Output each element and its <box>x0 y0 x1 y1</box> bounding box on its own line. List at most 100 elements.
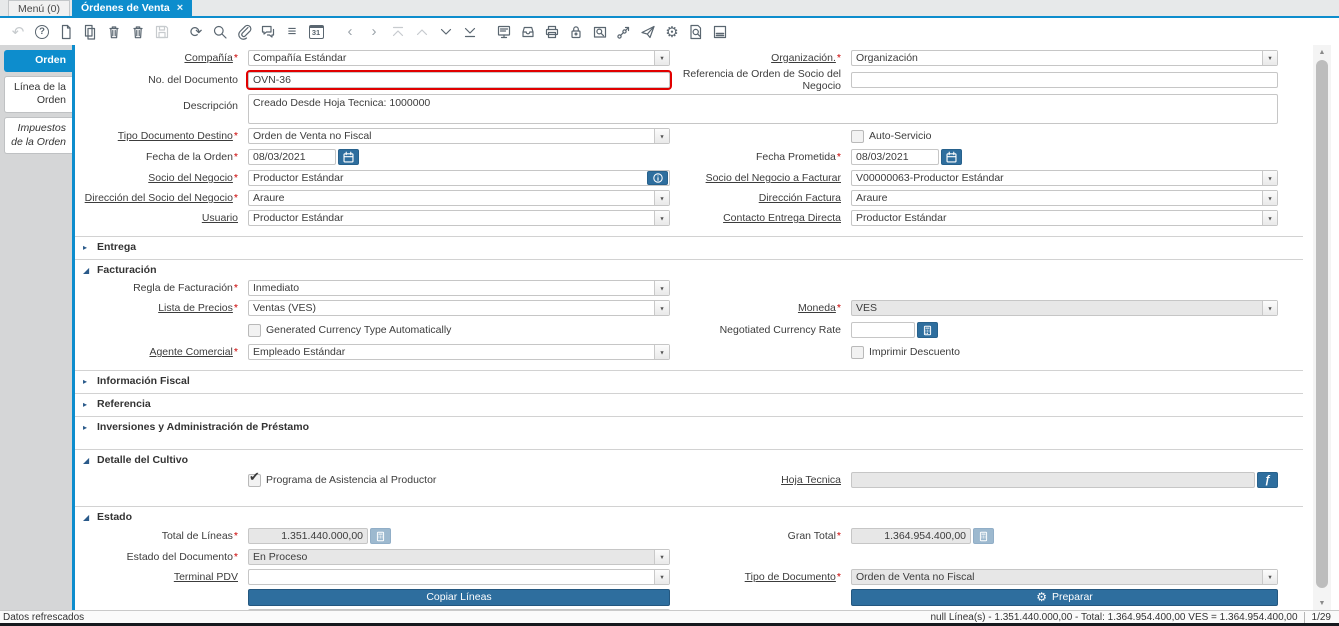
attachment-icon[interactable] <box>233 21 255 43</box>
send-mail-icon[interactable] <box>637 21 659 43</box>
section-expanded-icon[interactable]: ◢ <box>83 266 91 275</box>
section-collapsed-icon[interactable]: ▸ <box>83 423 91 432</box>
tipo-documento-select[interactable]: Orden de Venta no Fiscal ▼ <box>851 569 1278 585</box>
chevron-down-icon[interactable]: ▼ <box>654 570 669 584</box>
chevron-down-icon[interactable]: ▼ <box>1262 191 1277 205</box>
sidebar-tab-impuestos-de-la-orden[interactable]: Impuestos de la Orden <box>4 117 72 154</box>
copiar-lineas-button[interactable]: Copiar Líneas <box>248 589 670 606</box>
fecha-prometida-input[interactable]: 08/03/2021 <box>851 149 939 165</box>
chevron-down-icon[interactable]: ▼ <box>654 550 669 564</box>
chevron-down-icon[interactable]: ▼ <box>654 211 669 225</box>
calendar-icon[interactable]: 31 <box>305 21 327 43</box>
section-inversiones[interactable]: ▸ Inversiones y Administración de Présta… <box>75 416 1303 435</box>
print-preview-icon[interactable] <box>709 21 731 43</box>
process-icon[interactable]: ⚙ <box>661 21 683 43</box>
direccion-factura-select[interactable]: Araure ▼ <box>851 190 1278 206</box>
tipo-doc-destino-select[interactable]: Orden de Venta no Fiscal ▼ <box>248 128 670 144</box>
socio-facturar-select[interactable]: V00000063-Productor Estándar ▼ <box>851 170 1278 186</box>
calendar-picker-icon[interactable] <box>941 149 962 165</box>
no-documento-input[interactable]: OVN-36 <box>248 72 670 88</box>
descripcion-textarea[interactable]: Creado Desde Hoja Tecnica: 1000000 <box>248 94 1278 124</box>
print-icon[interactable] <box>541 21 563 43</box>
delete-record-icon[interactable] <box>103 21 125 43</box>
tab-ordenes-de-venta[interactable]: Órdenes de Venta × <box>72 0 192 16</box>
chevron-down-icon[interactable]: ▼ <box>1262 570 1277 584</box>
lista-precios-label[interactable]: Lista de Precios* <box>75 302 245 314</box>
section-facturacion[interactable]: ◢ Facturación <box>75 259 1303 278</box>
lista-precios-select[interactable]: Ventas (VES) ▼ <box>248 300 670 316</box>
scroll-up-icon[interactable]: ▲ <box>1313 45 1331 59</box>
direccion-factura-label[interactable]: Dirección Factura <box>673 192 848 204</box>
terminal-pdv-select[interactable]: ▼ <box>248 569 670 585</box>
usuario-select[interactable]: Productor Estándar ▼ <box>248 210 670 226</box>
section-referencia[interactable]: ▸ Referencia <box>75 393 1303 412</box>
contacto-label[interactable]: Contacto Entrega Directa <box>673 212 848 224</box>
socio-search-field[interactable]: Productor Estándar <box>248 170 670 186</box>
chevron-down-icon[interactable]: ▼ <box>654 191 669 205</box>
hoja-tecnica-label[interactable]: Hoja Tecnica <box>673 474 848 486</box>
compania-label[interactable]: Compañía* <box>75 52 245 64</box>
scroll-down-icon[interactable]: ▼ <box>1313 596 1331 610</box>
archive-icon[interactable] <box>517 21 539 43</box>
change-log-icon[interactable]: ≡ <box>281 21 303 43</box>
chevron-down-icon[interactable]: ▼ <box>654 301 669 315</box>
new-record-icon[interactable] <box>55 21 77 43</box>
detail-record-icon[interactable] <box>435 21 457 43</box>
chat-icon[interactable] <box>257 21 279 43</box>
copy-record-icon[interactable] <box>79 21 101 43</box>
imprimir-descuento-checkbox[interactable] <box>851 346 864 359</box>
contacto-select[interactable]: Productor Estándar ▼ <box>851 210 1278 226</box>
section-detalle-cultivo[interactable]: ◢ Detalle del Cultivo <box>75 449 1303 468</box>
chevron-down-icon[interactable]: ▼ <box>1262 51 1277 65</box>
generated-currency-checkbox[interactable] <box>248 324 261 337</box>
lock-icon[interactable] <box>565 21 587 43</box>
vertical-scrollbar[interactable]: ▲ ▼ <box>1313 45 1331 610</box>
auto-servicio-checkbox[interactable] <box>851 130 864 143</box>
chevron-down-icon[interactable]: ▼ <box>654 51 669 65</box>
tab-menu[interactable]: Menú (0) <box>8 0 70 16</box>
chevron-down-icon[interactable]: ▼ <box>1262 171 1277 185</box>
section-entrega[interactable]: ▸ Entrega <box>75 236 1303 255</box>
tipo-doc-destino-label[interactable]: Tipo Documento Destino* <box>75 130 245 142</box>
terminal-pdv-label[interactable]: Terminal PDV <box>75 571 245 583</box>
calculator-icon[interactable] <box>917 322 938 338</box>
section-expanded-icon[interactable]: ◢ <box>83 513 91 522</box>
last-record-icon[interactable] <box>459 21 481 43</box>
socio-facturar-label[interactable]: Socio del Negocio a Facturar <box>673 172 848 184</box>
preparar-button[interactable]: ⚙Preparar <box>851 589 1278 606</box>
referencia-socio-input[interactable] <box>851 72 1278 88</box>
section-collapsed-icon[interactable]: ▸ <box>83 243 91 252</box>
agente-comercial-select[interactable]: Empleado Estándar ▼ <box>248 344 670 360</box>
first-record-icon[interactable] <box>387 21 409 43</box>
agente-comercial-label[interactable]: Agente Comercial* <box>75 346 245 358</box>
scrollbar-thumb[interactable] <box>1316 60 1328 588</box>
section-collapsed-icon[interactable]: ▸ <box>83 400 91 409</box>
section-informacion-fiscal[interactable]: ▸ Información Fiscal <box>75 370 1303 389</box>
business-partner-info-icon[interactable] <box>647 171 668 185</box>
direccion-socio-label[interactable]: Dirección del Socio del Negocio* <box>75 192 245 204</box>
chevron-down-icon[interactable]: ▼ <box>654 345 669 359</box>
fecha-orden-input[interactable]: 08/03/2021 <box>248 149 336 165</box>
hoja-tecnica-button[interactable]: ƒ <box>1257 472 1278 488</box>
save-icon[interactable] <box>151 21 173 43</box>
find-icon[interactable] <box>209 21 231 43</box>
calendar-picker-icon[interactable] <box>338 149 359 165</box>
chevron-down-icon[interactable]: ▼ <box>1262 211 1277 225</box>
moneda-select[interactable]: VES ▼ <box>851 300 1278 316</box>
grid-toggle-icon[interactable] <box>493 21 515 43</box>
estado-documento-select[interactable]: En Proceso ▼ <box>248 549 670 565</box>
regla-facturacion-select[interactable]: Inmediato ▼ <box>248 280 670 296</box>
negotiated-rate-input[interactable] <box>851 322 915 338</box>
direccion-socio-select[interactable]: Araure ▼ <box>248 190 670 206</box>
socio-label[interactable]: Socio del Negocio* <box>75 172 245 184</box>
refresh-icon[interactable]: ⟳ <box>185 21 207 43</box>
delete-selection-icon[interactable] <box>127 21 149 43</box>
zoom-across-icon[interactable] <box>685 21 707 43</box>
report-view-icon[interactable] <box>589 21 611 43</box>
chevron-down-icon[interactable]: ▼ <box>1262 301 1277 315</box>
section-estado[interactable]: ◢ Estado <box>75 506 1303 525</box>
usuario-label[interactable]: Usuario <box>75 212 245 224</box>
tipo-documento-label[interactable]: Tipo de Documento* <box>673 571 848 583</box>
moneda-label[interactable]: Moneda* <box>673 302 848 314</box>
organizacion-select[interactable]: Organización ▼ <box>851 50 1278 66</box>
